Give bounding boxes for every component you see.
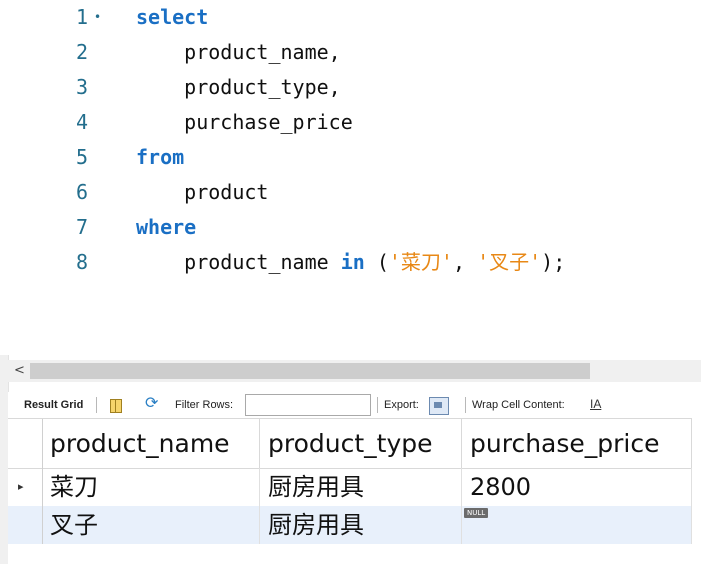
toolbar-divider xyxy=(96,397,97,413)
cell-product-name[interactable]: 叉子 xyxy=(42,506,260,544)
sql-keyword: in xyxy=(340,250,365,274)
sql-token: product_name xyxy=(136,250,341,274)
grid-header-row: product_name product_type purchase_price xyxy=(8,418,692,469)
sql-editor[interactable]: 1 • select 2 product_name, 3 product_type, 4 … xyxy=(0,0,701,355)
toolbar-divider xyxy=(465,397,466,413)
code-text[interactable]: product_type, xyxy=(136,70,341,105)
code-line[interactable]: 4 purchase_price xyxy=(0,105,701,140)
code-line[interactable]: 6 product xyxy=(0,175,701,210)
code-line[interactable]: 8 product_name in ('菜刀', '叉子'); xyxy=(0,245,701,280)
scroll-left-arrow-icon[interactable]: < xyxy=(14,360,25,382)
cell-product-type[interactable]: 厨房用具 xyxy=(260,468,462,506)
code-text[interactable]: product_name in ('菜刀', '叉子'); xyxy=(136,245,565,280)
current-row-marker-icon: ▸ xyxy=(18,480,24,493)
line-number: 1 xyxy=(75,5,88,29)
sql-keyword: from xyxy=(136,145,185,169)
cell-purchase-price[interactable]: 2800 xyxy=(462,468,692,506)
line-number: 3 xyxy=(75,75,88,99)
row-header[interactable] xyxy=(8,468,43,506)
line-number: 4 xyxy=(75,110,88,134)
column-header-product-name[interactable]: product_name xyxy=(42,419,260,468)
cell-product-name[interactable]: 菜刀 xyxy=(42,468,260,506)
column-header-purchase-price[interactable]: purchase_price xyxy=(462,419,692,468)
code-text[interactable]: purchase_price xyxy=(136,105,353,140)
filter-rows-label: Filter Rows: xyxy=(175,399,234,411)
sql-string: '菜刀' xyxy=(388,250,453,274)
toolbar-divider xyxy=(377,397,378,413)
code-text[interactable]: product_name, xyxy=(136,35,341,70)
filter-rows-input[interactable] xyxy=(245,394,371,416)
code-line[interactable]: 7 where xyxy=(0,210,701,245)
code-text[interactable]: select xyxy=(136,0,208,35)
line-number: 5 xyxy=(75,145,88,169)
cell-purchase-price[interactable]: NULL xyxy=(462,506,692,544)
code-line[interactable]: 2 product_name, xyxy=(0,35,701,70)
row-header[interactable] xyxy=(8,506,43,544)
result-grid: product_name product_type purchase_price… xyxy=(8,418,701,564)
sql-keyword: where xyxy=(136,215,197,239)
wrap-cell-content-icon[interactable]: IA xyxy=(590,395,601,413)
result-grid-tab[interactable]: Result Grid xyxy=(24,392,83,418)
null-badge: NULL xyxy=(464,508,489,518)
sql-token: , xyxy=(452,250,478,274)
table-row[interactable]: ▸ 菜刀 厨房用具 2800 xyxy=(8,468,692,506)
sql-token: ( xyxy=(364,250,389,274)
grid-view-icon[interactable] xyxy=(110,399,122,413)
line-number: 8 xyxy=(75,250,88,274)
code-line[interactable]: 1 • select xyxy=(0,0,701,35)
export-label: Export: xyxy=(384,399,419,411)
line-number: 6 xyxy=(75,180,88,204)
row-header-corner xyxy=(8,419,43,468)
export-icon[interactable] xyxy=(429,397,449,415)
sql-token: ); xyxy=(541,250,566,274)
cell-product-type[interactable]: 厨房用具 xyxy=(260,506,462,544)
code-text[interactable]: product xyxy=(136,175,268,210)
sql-token: purchase_price xyxy=(136,110,353,134)
code-line[interactable]: 3 product_type, xyxy=(0,70,701,105)
column-header-product-type[interactable]: product_type xyxy=(260,419,462,468)
sql-token: product xyxy=(136,180,269,204)
refresh-icon[interactable]: ⟳ xyxy=(145,395,158,413)
sql-keyword: select xyxy=(136,5,209,29)
code-line[interactable]: 5 from xyxy=(0,140,701,175)
line-number: 7 xyxy=(75,215,88,239)
line-number: 2 xyxy=(75,40,88,64)
table-row[interactable]: 叉子 厨房用具 NULL xyxy=(8,506,692,544)
sql-token: product_name, xyxy=(136,40,341,64)
sql-string: '叉子' xyxy=(477,250,542,274)
sql-token: product_type, xyxy=(136,75,341,99)
scrollbar-thumb[interactable] xyxy=(30,363,590,379)
wrap-cell-content-label: Wrap Cell Content: xyxy=(472,399,565,411)
code-text[interactable]: from xyxy=(136,140,184,175)
fold-marker-icon[interactable]: • xyxy=(94,0,101,35)
code-text[interactable]: where xyxy=(136,210,196,245)
result-toolbar: Result Grid ⟳ Filter Rows: Export: Wrap … xyxy=(8,392,701,418)
horizontal-scrollbar[interactable]: < xyxy=(8,360,701,382)
